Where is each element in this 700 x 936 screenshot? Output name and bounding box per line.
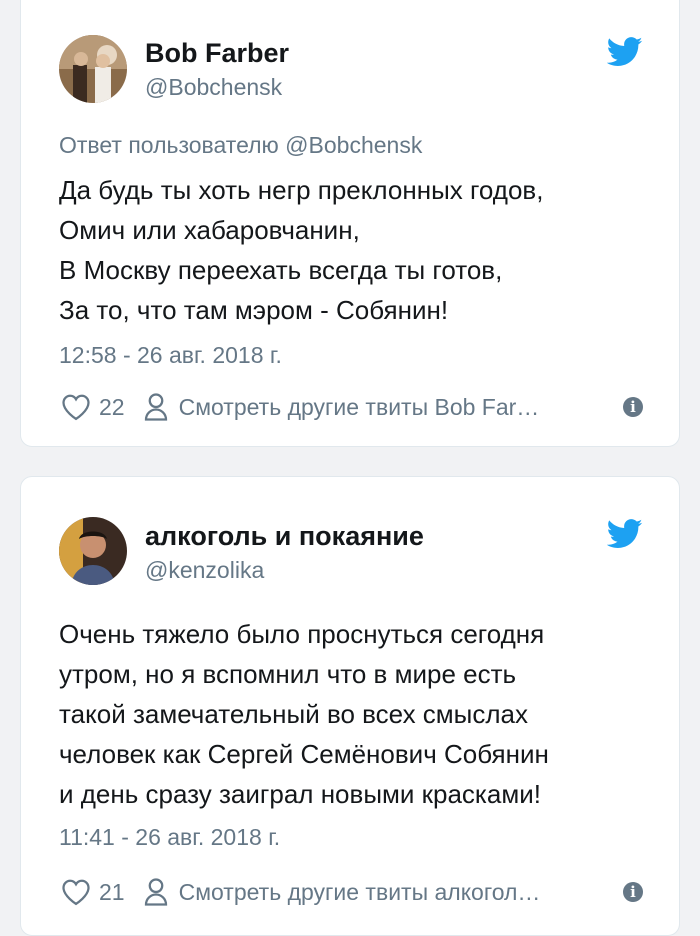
tweet-timestamp[interactable]: 11:41 - 26 авг. 2018 г.	[59, 824, 280, 851]
tweet-line: Да будь ты хоть негр преклонных годов,	[59, 175, 544, 205]
tweet-line: утром, но я вспомнил что в мире есть	[59, 659, 517, 689]
tweet-card: Bob Farber @Bobchensk Ответ пользователю…	[20, 0, 680, 447]
info-icon[interactable]: i	[623, 397, 643, 417]
display-name[interactable]: алкоголь и покаяние	[145, 521, 424, 552]
tweet-actions: 21 Смотреть другие твиты алкогол… i	[61, 875, 643, 909]
tweet-line: За то, что там мэром - Собянин!	[59, 295, 449, 325]
tweet-line: В Москву переехать всегда ты готов,	[59, 255, 503, 285]
view-more-tweets-link[interactable]: Смотреть другие твиты алкогол…	[179, 879, 611, 906]
avatar[interactable]	[59, 517, 127, 585]
heart-icon[interactable]	[61, 393, 91, 421]
tweet-text: Очень тяжело было проснуться сегодня утр…	[59, 614, 659, 814]
tweet-card: алкоголь и покаяние @kenzolika Очень тяж…	[20, 476, 680, 936]
view-more-tweets-link[interactable]: Смотреть другие твиты Bob Far…	[179, 394, 611, 421]
heart-icon[interactable]	[61, 878, 91, 906]
tweet-actions: 22 Смотреть другие твиты Bob Far… i	[61, 390, 643, 424]
twitter-bird-icon[interactable]	[607, 519, 643, 549]
user-handle[interactable]: @Bobchensk	[145, 74, 282, 101]
like-count[interactable]: 21	[99, 879, 125, 906]
person-icon[interactable]	[143, 392, 169, 422]
reply-context[interactable]: Ответ пользователю @Bobchensk	[59, 132, 422, 159]
tweet-line: человек как Сергей Семёнович Собянин	[59, 739, 549, 769]
tweet-line: Очень тяжело было проснуться сегодня	[59, 619, 545, 649]
twitter-bird-icon[interactable]	[607, 37, 643, 67]
tweet-text: Да будь ты хоть негр преклонных годов, О…	[59, 170, 659, 330]
tweet-line: и день сразу заиграл новыми красками!	[59, 779, 541, 809]
user-handle[interactable]: @kenzolika	[145, 557, 264, 584]
display-name[interactable]: Bob Farber	[145, 38, 289, 69]
tweet-line: такой замечательный во всех смыслах	[59, 699, 528, 729]
avatar[interactable]	[59, 35, 127, 103]
like-count[interactable]: 22	[99, 394, 125, 421]
info-icon[interactable]: i	[623, 882, 643, 902]
person-icon[interactable]	[143, 877, 169, 907]
tweet-line: Омич или хабаровчанин,	[59, 215, 360, 245]
tweet-timestamp[interactable]: 12:58 - 26 авг. 2018 г.	[59, 342, 282, 369]
